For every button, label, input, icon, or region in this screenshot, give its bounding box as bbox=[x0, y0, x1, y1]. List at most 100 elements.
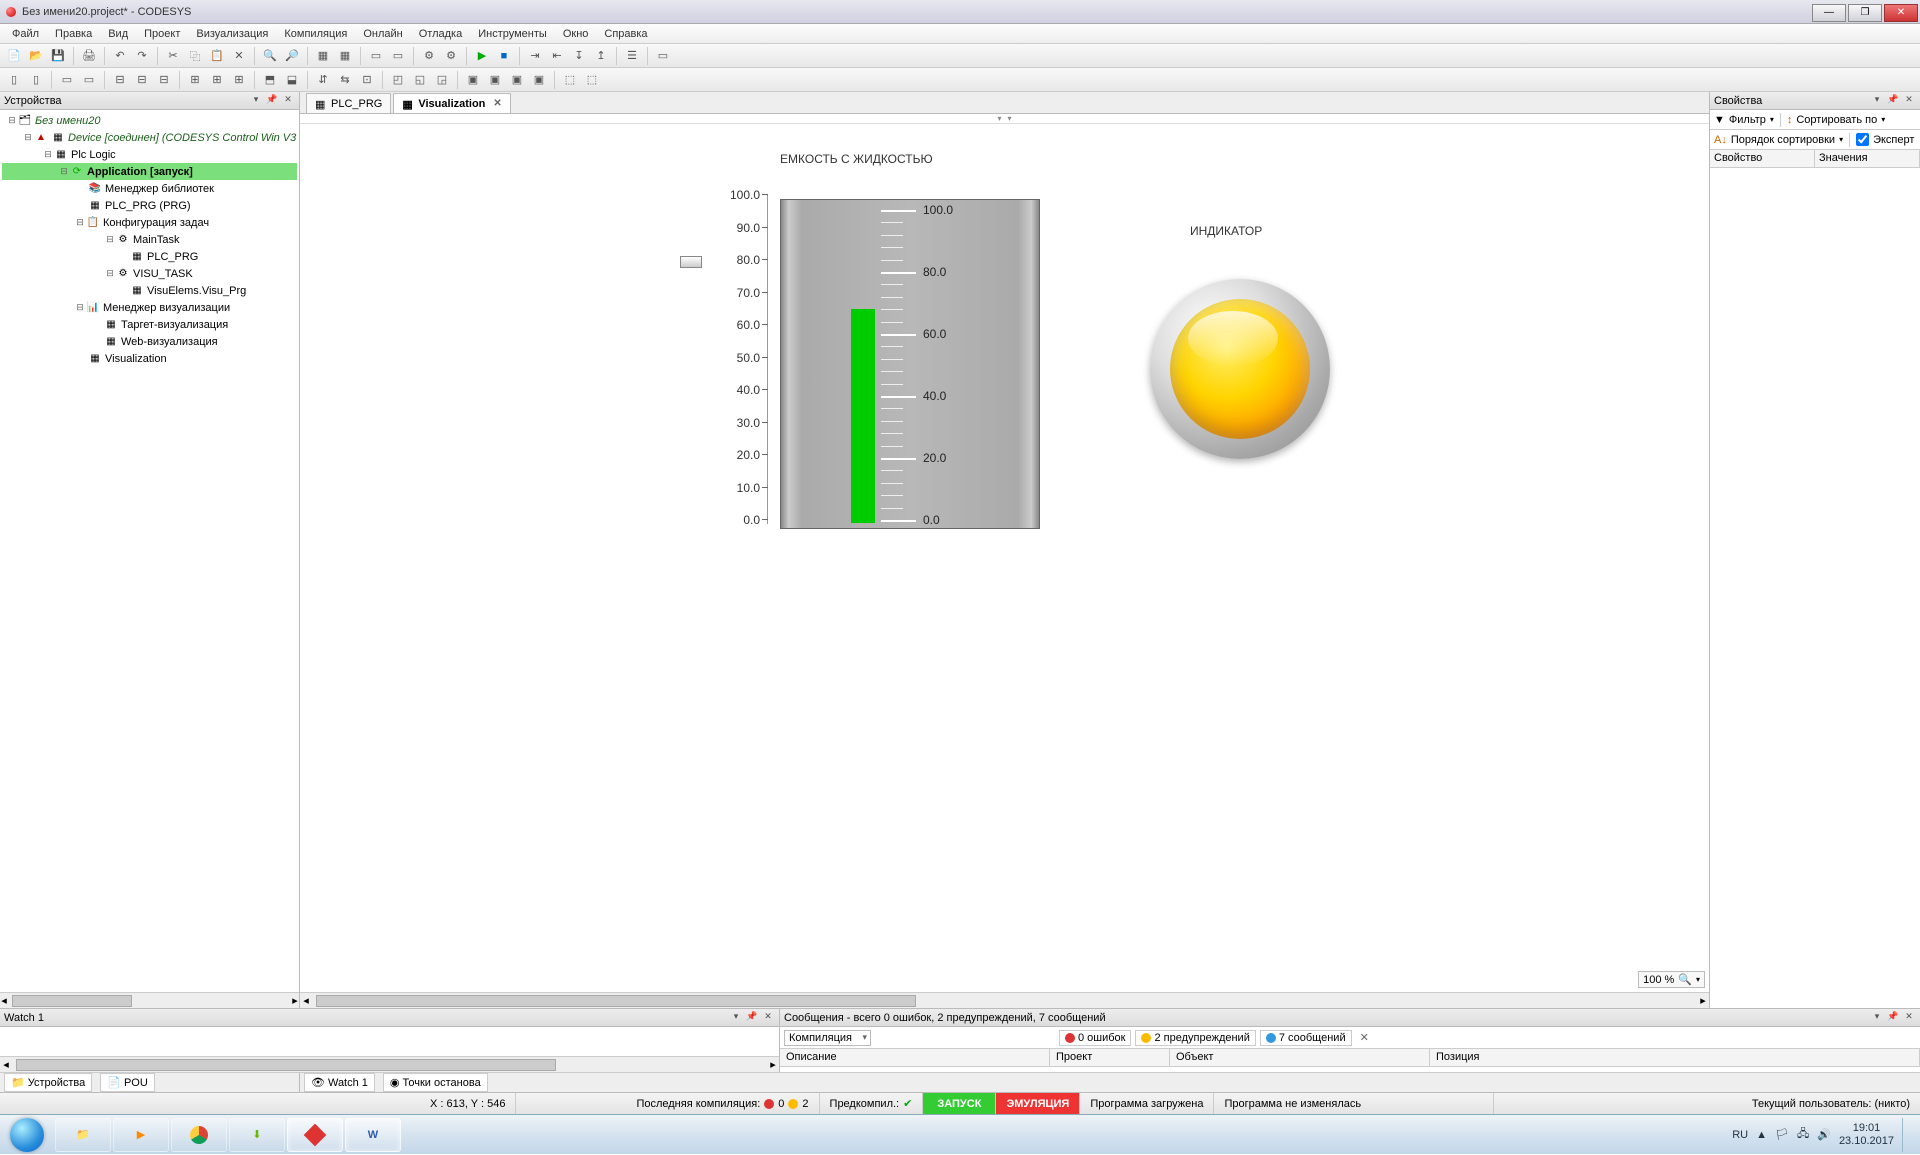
toolbar-btn[interactable]: ☰ bbox=[622, 46, 642, 66]
menu-file[interactable]: Файл bbox=[4, 26, 47, 42]
show-desktop[interactable] bbox=[1902, 1118, 1912, 1152]
align-icon[interactable]: ⊞ bbox=[229, 70, 249, 90]
tree-visutask[interactable]: VISU_TASK bbox=[133, 268, 193, 280]
step-icon[interactable]: ↥ bbox=[591, 46, 611, 66]
messages-filter[interactable]: 7 сообщений bbox=[1260, 1030, 1352, 1046]
tree-visuelem[interactable]: VisuElems.Visu_Prg bbox=[147, 285, 246, 297]
menu-build[interactable]: Компиляция bbox=[276, 26, 355, 42]
tree-maintask[interactable]: MainTask bbox=[133, 234, 179, 246]
panel-pin-icon[interactable]: 📌 bbox=[745, 1011, 759, 1025]
task-chrome[interactable] bbox=[171, 1118, 227, 1152]
panel-close-icon[interactable]: ✕ bbox=[761, 1011, 775, 1025]
order-icon[interactable]: ▣ bbox=[485, 70, 505, 90]
chevron-down-icon[interactable]: ▾ bbox=[1696, 975, 1700, 984]
toolbar-btn[interactable]: ▭ bbox=[366, 46, 386, 66]
align-icon[interactable]: ▭ bbox=[79, 70, 99, 90]
align-icon[interactable]: ▭ bbox=[57, 70, 77, 90]
scale-slider[interactable] bbox=[680, 256, 702, 268]
align-icon[interactable]: ⊡ bbox=[357, 70, 377, 90]
start-icon[interactable]: ▶ bbox=[472, 46, 492, 66]
tree-plclogic[interactable]: Plc Logic bbox=[71, 149, 116, 161]
tree-target[interactable]: Таргет-визуализация bbox=[121, 319, 228, 331]
align-icon[interactable]: ⇆ bbox=[335, 70, 355, 90]
panel-pin-icon[interactable]: 📌 bbox=[265, 94, 279, 108]
menu-window[interactable]: Окно bbox=[555, 26, 597, 42]
cut-icon[interactable]: ✂ bbox=[163, 46, 183, 66]
clear-icon[interactable]: ✕ bbox=[1360, 1031, 1369, 1044]
tab-devices[interactable]: 📁 Устройства bbox=[4, 1073, 92, 1092]
align-icon[interactable]: ▯ bbox=[26, 70, 46, 90]
tree-plcprg[interactable]: PLC_PRG (PRG) bbox=[105, 200, 191, 212]
tray-clock[interactable]: 19:01 23.10.2017 bbox=[1839, 1122, 1894, 1146]
panel-close-icon[interactable]: ✕ bbox=[281, 94, 295, 108]
menu-help[interactable]: Справка bbox=[596, 26, 655, 42]
tab-pou[interactable]: 📄 POU bbox=[100, 1073, 155, 1092]
tray-lang[interactable]: RU bbox=[1732, 1129, 1748, 1141]
panel-dropdown-icon[interactable]: ▾ bbox=[249, 94, 263, 108]
menu-online[interactable]: Онлайн bbox=[355, 26, 410, 42]
login-icon[interactable]: ⚙ bbox=[419, 46, 439, 66]
align-icon[interactable]: ◲ bbox=[432, 70, 452, 90]
redo-icon[interactable]: ↷ bbox=[132, 46, 152, 66]
close-button[interactable]: ✕ bbox=[1884, 4, 1918, 22]
tree-hscroll[interactable]: ◂▸ bbox=[0, 992, 299, 1008]
panel-pin-icon[interactable]: 📌 bbox=[1886, 1011, 1900, 1025]
menu-view[interactable]: Вид bbox=[100, 26, 136, 42]
undo-icon[interactable]: ↶ bbox=[110, 46, 130, 66]
zoom-icon[interactable]: 🔍 bbox=[1678, 973, 1692, 986]
panel-dropdown-icon[interactable]: ▾ bbox=[1870, 94, 1884, 108]
tab-plcprg[interactable]: ▦PLC_PRG bbox=[306, 93, 391, 113]
tree-vismgr[interactable]: Менеджер визуализации bbox=[103, 302, 230, 314]
task-word[interactable]: W bbox=[345, 1118, 401, 1152]
tray-volume-icon[interactable]: 🔊 bbox=[1817, 1128, 1831, 1141]
step-icon[interactable]: ⇥ bbox=[525, 46, 545, 66]
panel-pin-icon[interactable]: 📌 bbox=[1886, 94, 1900, 108]
tab-visualization[interactable]: ▦Visualization✕ bbox=[393, 93, 510, 113]
align-icon[interactable]: ⊞ bbox=[207, 70, 227, 90]
stop-icon[interactable]: ■ bbox=[494, 46, 514, 66]
start-button[interactable] bbox=[0, 1115, 54, 1155]
group-icon[interactable]: ⬚ bbox=[582, 70, 602, 90]
align-icon[interactable]: ⊟ bbox=[110, 70, 130, 90]
menu-tools[interactable]: Инструменты bbox=[470, 26, 555, 42]
copy-icon[interactable]: ⿻ bbox=[185, 46, 205, 66]
menu-visualization[interactable]: Визуализация bbox=[188, 26, 276, 42]
delete-icon[interactable]: ✕ bbox=[229, 46, 249, 66]
align-icon[interactable]: ◱ bbox=[410, 70, 430, 90]
menu-project[interactable]: Проект bbox=[136, 26, 188, 42]
visualization-canvas[interactable]: ЕМКОСТЬ С ЖИДКОСТЬЮ ИНДИКАТОР 100.090.08… bbox=[300, 124, 1709, 992]
findnext-icon[interactable]: 🔎 bbox=[282, 46, 302, 66]
task-mediaplayer[interactable]: ▶ bbox=[113, 1118, 169, 1152]
warnings-filter[interactable]: 2 предупреждений bbox=[1135, 1030, 1255, 1046]
tree-application[interactable]: Application [запуск] bbox=[87, 166, 193, 178]
print-icon[interactable]: 🖨 bbox=[79, 46, 99, 66]
tree-taskcfg[interactable]: Конфигурация задач bbox=[103, 217, 209, 229]
tab-watch[interactable]: 👁 Watch 1 bbox=[304, 1073, 375, 1092]
tab-close-icon[interactable]: ✕ bbox=[493, 98, 501, 109]
watch-hscroll[interactable]: ◂▸ bbox=[0, 1056, 779, 1072]
splitter-icon[interactable]: ▾ bbox=[997, 114, 1001, 123]
paste-icon[interactable]: 📋 bbox=[207, 46, 227, 66]
toolbar-btn[interactable]: ▭ bbox=[388, 46, 408, 66]
panel-dropdown-icon[interactable]: ▾ bbox=[729, 1011, 743, 1025]
sortorder-icon[interactable]: A↓ bbox=[1714, 134, 1727, 146]
messages-category-combo[interactable]: Компиляция bbox=[784, 1030, 871, 1046]
splitter-icon[interactable]: ▾ bbox=[1008, 114, 1012, 123]
zoom-indicator[interactable]: 100 % 🔍 ▾ bbox=[1638, 971, 1705, 988]
menu-edit[interactable]: Правка bbox=[47, 26, 100, 42]
tree-root[interactable]: Без имени20 bbox=[35, 115, 101, 127]
save-icon[interactable]: 💾 bbox=[48, 46, 68, 66]
panel-dropdown-icon[interactable]: ▾ bbox=[1870, 1011, 1884, 1025]
tab-breakpoints[interactable]: ◉ Точки останова bbox=[383, 1073, 488, 1092]
expert-checkbox[interactable] bbox=[1856, 133, 1869, 146]
tree-device[interactable]: Device [соединен] (CODESYS Control Win V… bbox=[68, 132, 296, 144]
maximize-button[interactable]: ❐ bbox=[1848, 4, 1882, 22]
task-codesys[interactable] bbox=[287, 1118, 343, 1152]
tray-network-icon[interactable]: 🖧 bbox=[1797, 1125, 1809, 1144]
logout-icon[interactable]: ⚙ bbox=[441, 46, 461, 66]
menu-debug[interactable]: Отладка bbox=[411, 26, 470, 42]
order-icon[interactable]: ▣ bbox=[507, 70, 527, 90]
panel-close-icon[interactable]: ✕ bbox=[1902, 1011, 1916, 1025]
group-icon[interactable]: ⬚ bbox=[560, 70, 580, 90]
tree-plcprg2[interactable]: PLC_PRG bbox=[147, 251, 198, 263]
